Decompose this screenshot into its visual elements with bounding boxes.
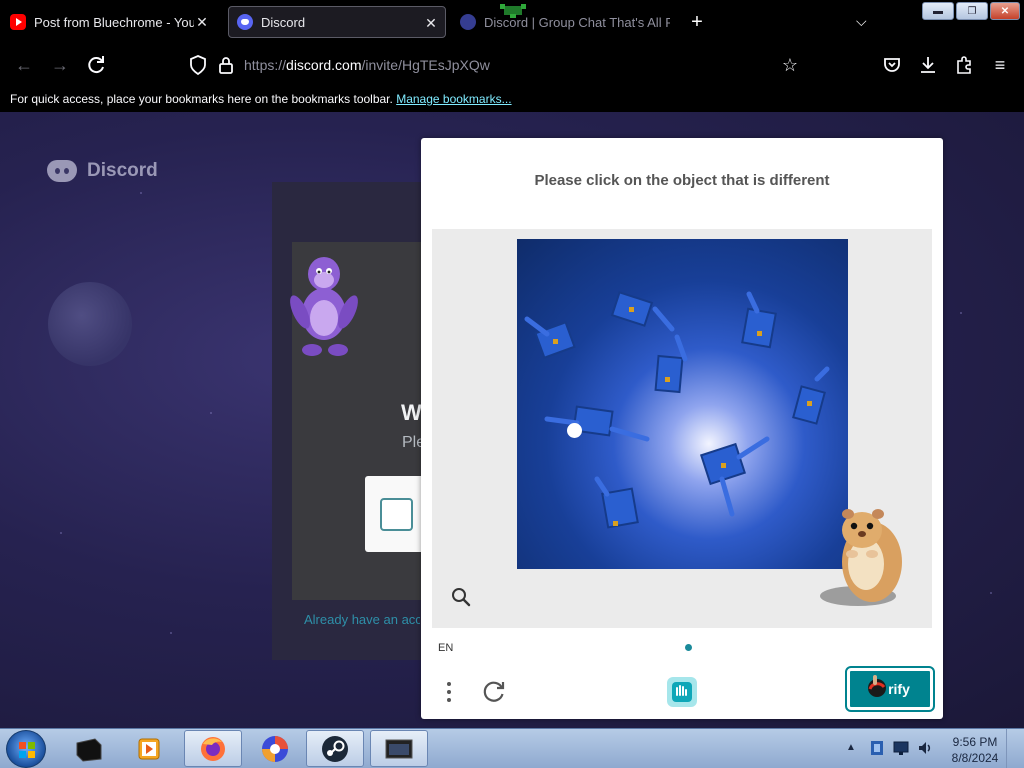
star [140, 192, 142, 194]
start-button[interactable] [6, 730, 46, 768]
manage-bookmarks-link[interactable]: Manage bookmarks... [396, 92, 511, 106]
hcaptcha-checkbox[interactable] [380, 498, 413, 531]
media-player-icon [138, 738, 160, 759]
taskbar-app-browser-swirl[interactable] [246, 730, 304, 767]
menu-hamburger-icon[interactable]: ≡ [988, 53, 1012, 77]
pocket-icon[interactable] [880, 53, 904, 77]
discord-logo[interactable]: Discord [47, 160, 158, 182]
already-have-account-link[interactable]: Already have an account? [304, 612, 420, 627]
black-box-icon [76, 737, 102, 762]
discord-icon [47, 160, 77, 182]
tab-strip: Post from Bluechrome - YouTube ✕ Discord… [0, 0, 1024, 44]
hcaptcha-challenge-modal: Please click on the object that is diffe… [421, 138, 943, 719]
taskbar-app-media-player[interactable] [120, 730, 178, 767]
bug-sprite-icon [500, 4, 526, 18]
list-all-tabs-button[interactable]: ⌵ [856, 13, 867, 30]
discord-wordmark: Discord [87, 160, 158, 181]
star [170, 632, 172, 634]
clock-time: 9:56 PM [952, 735, 998, 749]
selection-dot [567, 423, 582, 438]
bookmarks-toolbar: For quick access, place your bookmarks h… [0, 86, 1024, 112]
hcaptcha-logo-icon[interactable] [665, 675, 699, 709]
youtube-icon [10, 14, 26, 30]
lock-icon[interactable] [214, 53, 238, 77]
star [960, 312, 962, 314]
url-prefix: https:// [244, 57, 287, 73]
zoom-magnifier-icon[interactable] [450, 586, 472, 608]
back-arrow-icon[interactable]: ← [12, 53, 36, 77]
blue-bugs-illustration [524, 291, 830, 529]
tab-discord-2[interactable]: Discord | Group Chat That's All Fun & Ga… [458, 6, 678, 38]
close-tab-icon[interactable]: ✕ [194, 14, 210, 30]
system-tray: ▲ 9:56 PM 8/8/2024 [846, 729, 1016, 768]
download-icon[interactable] [916, 53, 940, 77]
restore-button[interactable]: ❐ [956, 2, 988, 20]
url-host: discord.com [286, 57, 362, 73]
show-desktop-button[interactable] [1006, 729, 1016, 768]
close-window-button[interactable]: ✕ [990, 2, 1020, 20]
steam-icon [322, 735, 348, 762]
challenge-progress-dot [685, 644, 692, 651]
tab-discord-active[interactable]: Discord ✕ [228, 6, 446, 38]
screen: Post from Bluechrome - YouTube ✕ Discord… [0, 0, 1024, 768]
planet-illustration [48, 282, 132, 366]
swirl-browser-icon [262, 735, 288, 762]
challenge-image[interactable] [517, 239, 848, 569]
forward-arrow-icon[interactable]: → [48, 53, 72, 77]
discord-icon [237, 14, 253, 30]
star [210, 412, 212, 414]
invite-heading: W [401, 400, 422, 425]
new-tab-button[interactable]: + [686, 11, 708, 33]
taskbar-app-window[interactable] [370, 730, 428, 767]
network-icon[interactable] [892, 740, 910, 756]
discord-icon [460, 14, 476, 30]
app-window-icon [385, 739, 413, 758]
clock-date: 8/8/2024 [951, 751, 999, 765]
bookmarks-hint: For quick access, place your bookmarks h… [10, 92, 393, 106]
extensions-icon[interactable] [952, 53, 976, 77]
star [60, 532, 62, 534]
taskbar-app-black-box[interactable] [60, 730, 118, 767]
language-selector[interactable]: EN [438, 642, 453, 654]
windows-taskbar: ▲ 9:56 PM 8/8/2024 [0, 728, 1024, 768]
bookmark-star-icon[interactable]: ☆ [778, 53, 802, 77]
hand-cursor-icon [868, 675, 886, 697]
star [990, 592, 992, 594]
refresh-challenge-icon[interactable] [481, 678, 507, 704]
close-tab-icon[interactable]: ✕ [423, 15, 439, 31]
shield-icon[interactable] [186, 53, 210, 77]
discord-invite-page: Discord W Ple Already have an account? P… [0, 112, 1024, 728]
reload-icon[interactable] [84, 53, 108, 77]
tab-title: Discord [261, 14, 306, 30]
minimize-button[interactable]: ▬ [922, 2, 954, 20]
show-hidden-icons-button[interactable]: ▲ [846, 742, 856, 753]
tray-app-icon[interactable] [868, 739, 886, 757]
navigation-bar: ← → https://discord.com/invite/HgTEsJpXQ… [0, 44, 1024, 86]
more-options-icon[interactable] [441, 679, 457, 705]
volume-icon[interactable] [916, 739, 934, 757]
windows-logo-icon [19, 742, 35, 758]
taskbar-app-steam[interactable] [306, 730, 364, 767]
address-bar[interactable]: https://discord.com/invite/HgTEsJpXQw [244, 57, 490, 73]
challenge-prompt: Please click on the object that is diffe… [534, 172, 830, 189]
hamster-mascot-icon [820, 509, 902, 606]
tab-title: Post from Bluechrome - YouTube [34, 14, 194, 30]
url-path: /invite/HgTEsJpXQw [361, 57, 490, 73]
system-clock[interactable]: 9:56 PM 8/8/2024 [944, 734, 1006, 766]
firefox-icon [201, 736, 225, 761]
window-controls: ▬ ❐ ✕ [922, 2, 1020, 20]
purple-gorilla-mascot-icon [290, 257, 358, 356]
tab-youtube[interactable]: Post from Bluechrome - YouTube ✕ [6, 6, 216, 38]
taskbar-app-firefox[interactable] [184, 730, 242, 767]
